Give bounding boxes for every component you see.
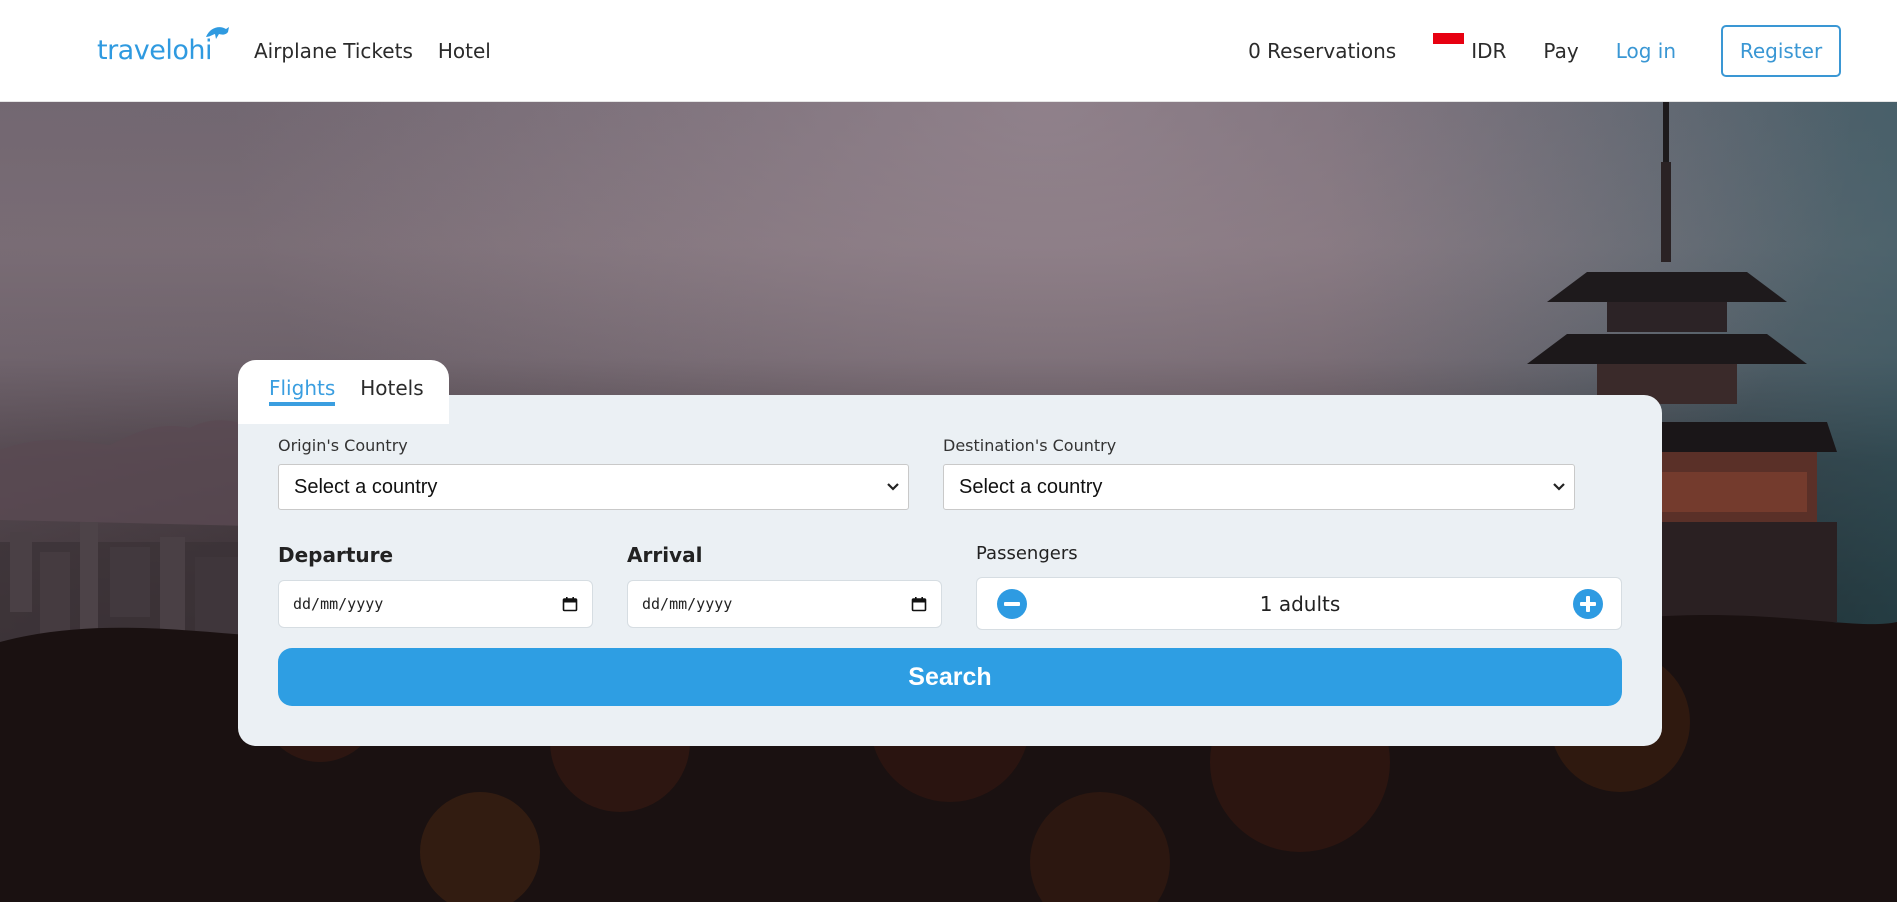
brand-logo[interactable]: travelohi — [97, 27, 229, 66]
minus-circle-icon[interactable] — [997, 588, 1027, 619]
departure-date-input[interactable]: dd/mm/yyyy — [278, 580, 593, 628]
departure-date-value: dd/mm/yyyy — [293, 595, 384, 613]
register-button[interactable]: Register — [1721, 24, 1841, 77]
reservations-link[interactable]: 0 Reservations — [1248, 39, 1396, 63]
nav-hotel[interactable]: Hotel — [438, 39, 491, 63]
search-button[interactable]: Search — [278, 648, 1622, 706]
currency-label: IDR — [1471, 38, 1507, 63]
departure-label: Departure — [278, 543, 394, 567]
origin-country-value: Select a country — [294, 475, 438, 498]
chevron-down-icon — [887, 483, 899, 491]
nav-airplane-tickets[interactable]: Airplane Tickets — [254, 39, 413, 63]
dolphin-logo-icon — [205, 27, 229, 39]
calendar-icon[interactable] — [562, 596, 578, 612]
destination-country-label: Destination's Country — [943, 436, 1117, 455]
top-navbar: travelohi Airplane Tickets Hotel 0 Reser… — [0, 0, 1897, 102]
flight-search-card: Origin's Country Select a country Destin… — [238, 395, 1662, 746]
passengers-label: Passengers — [976, 543, 1078, 564]
passengers-stepper: 1 adults — [976, 577, 1622, 630]
brand-logo-text: travelohi — [97, 35, 212, 66]
origin-country-select[interactable]: Select a country — [278, 464, 909, 510]
login-link[interactable]: Log in — [1616, 39, 1676, 63]
calendar-icon[interactable] — [911, 596, 927, 612]
currency-selector[interactable]: IDR — [1433, 32, 1507, 63]
arrival-date-value: dd/mm/yyyy — [642, 595, 733, 613]
search-tabs: Flights Hotels — [238, 360, 449, 424]
arrival-date-input[interactable]: dd/mm/yyyy — [627, 580, 942, 628]
tab-hotels[interactable]: Hotels — [360, 376, 423, 402]
destination-country-select[interactable]: Select a country — [943, 464, 1575, 510]
arrival-label: Arrival — [627, 543, 703, 567]
plus-circle-icon[interactable] — [1573, 588, 1603, 619]
hero-background: Flights Hotels Origin's Country Select a… — [0, 102, 1897, 902]
chevron-down-icon — [1553, 483, 1565, 491]
tab-flights[interactable]: Flights — [269, 376, 336, 406]
destination-country-value: Select a country — [959, 475, 1103, 498]
passengers-value: 1 adults — [1259, 591, 1341, 616]
indonesia-flag-icon — [1433, 32, 1465, 55]
origin-country-label: Origin's Country — [278, 436, 408, 455]
pay-link[interactable]: Pay — [1543, 39, 1578, 63]
